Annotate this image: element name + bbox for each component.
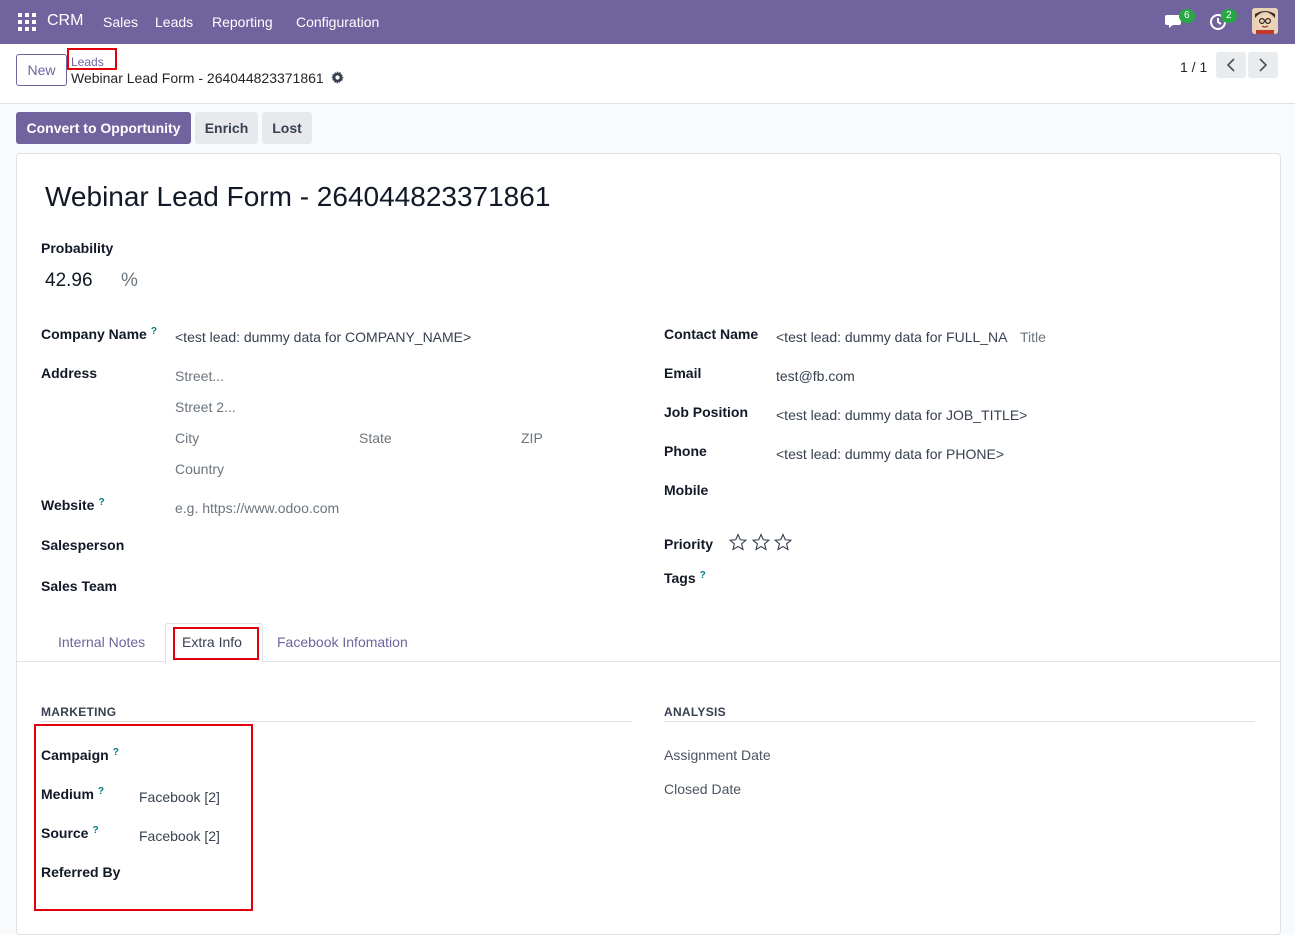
enrich-button[interactable]: Enrich: [195, 112, 258, 144]
job-position-label: Job Position: [664, 404, 748, 420]
marketing-separator: [41, 721, 632, 722]
country-field[interactable]: Country: [175, 461, 224, 477]
menu-leads[interactable]: Leads: [155, 14, 193, 30]
company-name-label: Company Name?: [41, 326, 157, 342]
contact-title-field[interactable]: Title: [1020, 329, 1046, 345]
address-label: Address: [41, 365, 98, 381]
activities-count-badge: 2: [1221, 9, 1237, 23]
probability-input[interactable]: 42.96: [45, 270, 93, 292]
priority-star-icon[interactable]: [728, 533, 748, 551]
phone-field[interactable]: <test lead: dummy data for PHONE>: [776, 446, 1004, 462]
tags-label: Tags?: [664, 570, 706, 586]
control-panel: New Leads Webinar Lead Form - 2640448233…: [0, 44, 1295, 104]
website-label: Website?: [41, 497, 105, 513]
assignment-date-label: Assignment Date: [664, 747, 771, 763]
probability-unit: %: [121, 270, 138, 291]
help-icon[interactable]: ?: [700, 570, 706, 581]
priority-label: Priority: [664, 536, 714, 552]
closed-date-label: Closed Date: [664, 781, 742, 797]
marketing-highlight-box: [34, 724, 253, 911]
mobile-label: Mobile: [664, 482, 709, 498]
analysis-section-title: ANALYSIS: [664, 705, 726, 719]
help-icon[interactable]: ?: [151, 326, 157, 337]
contact-name-label: Contact Name: [664, 326, 759, 342]
top-navbar: CRM Sales Leads Reporting Configuration …: [0, 0, 1295, 44]
pager-previous-button[interactable]: [1216, 52, 1246, 78]
tab-internal-notes[interactable]: Internal Notes: [58, 634, 145, 650]
email-label: Email: [664, 365, 702, 381]
lead-title[interactable]: Webinar Lead Form - 264044823371861: [45, 181, 550, 213]
form-sheet: Webinar Lead Form - 264044823371861 Prob…: [16, 153, 1281, 935]
app-name[interactable]: CRM: [47, 12, 83, 30]
website-field[interactable]: e.g. https://www.odoo.com: [175, 500, 339, 516]
new-button[interactable]: New: [16, 54, 67, 86]
job-position-field[interactable]: <test lead: dummy data for JOB_TITLE>: [776, 407, 1027, 423]
menu-sales[interactable]: Sales: [103, 14, 138, 30]
marketing-section-title: MARKETING: [41, 705, 117, 719]
breadcrumb-leads-link[interactable]: Leads: [71, 55, 104, 69]
user-avatar[interactable]: [1252, 8, 1278, 34]
lost-button[interactable]: Lost: [262, 112, 312, 144]
gear-icon[interactable]: [331, 71, 344, 84]
zip-field[interactable]: ZIP: [521, 430, 543, 446]
priority-star-icon[interactable]: [773, 533, 793, 551]
pager-next-button[interactable]: [1248, 52, 1278, 78]
state-field[interactable]: State: [359, 430, 392, 446]
city-field[interactable]: City: [175, 430, 199, 446]
contact-name-field[interactable]: <test lead: dummy data for FULL_NA: [776, 329, 1008, 345]
menu-configuration[interactable]: Configuration: [296, 14, 379, 30]
email-field[interactable]: test@fb.com: [776, 368, 855, 384]
tab-highlight-box: [173, 627, 259, 660]
apps-menu-icon[interactable]: [18, 13, 36, 31]
phone-label: Phone: [664, 443, 707, 459]
convert-to-opportunity-button[interactable]: Convert to Opportunity: [16, 112, 191, 144]
street2-field[interactable]: Street 2...: [175, 399, 236, 415]
priority-star-icon[interactable]: [751, 533, 771, 551]
probability-label: Probability: [41, 240, 114, 256]
tab-facebook-information[interactable]: Facebook Infomation: [277, 634, 408, 650]
help-icon[interactable]: ?: [98, 497, 104, 508]
sales-team-label: Sales Team: [41, 578, 118, 594]
messages-count-badge: 6: [1179, 9, 1195, 23]
salesperson-label: Salesperson: [41, 537, 125, 553]
analysis-separator: [664, 721, 1255, 722]
breadcrumb-current: Webinar Lead Form - 264044823371861: [71, 70, 324, 86]
pager-value[interactable]: 1 / 1: [1180, 59, 1207, 75]
menu-reporting[interactable]: Reporting: [212, 14, 273, 30]
company-name-field[interactable]: <test lead: dummy data for COMPANY_NAME>: [175, 329, 471, 345]
street-field[interactable]: Street...: [175, 368, 224, 384]
